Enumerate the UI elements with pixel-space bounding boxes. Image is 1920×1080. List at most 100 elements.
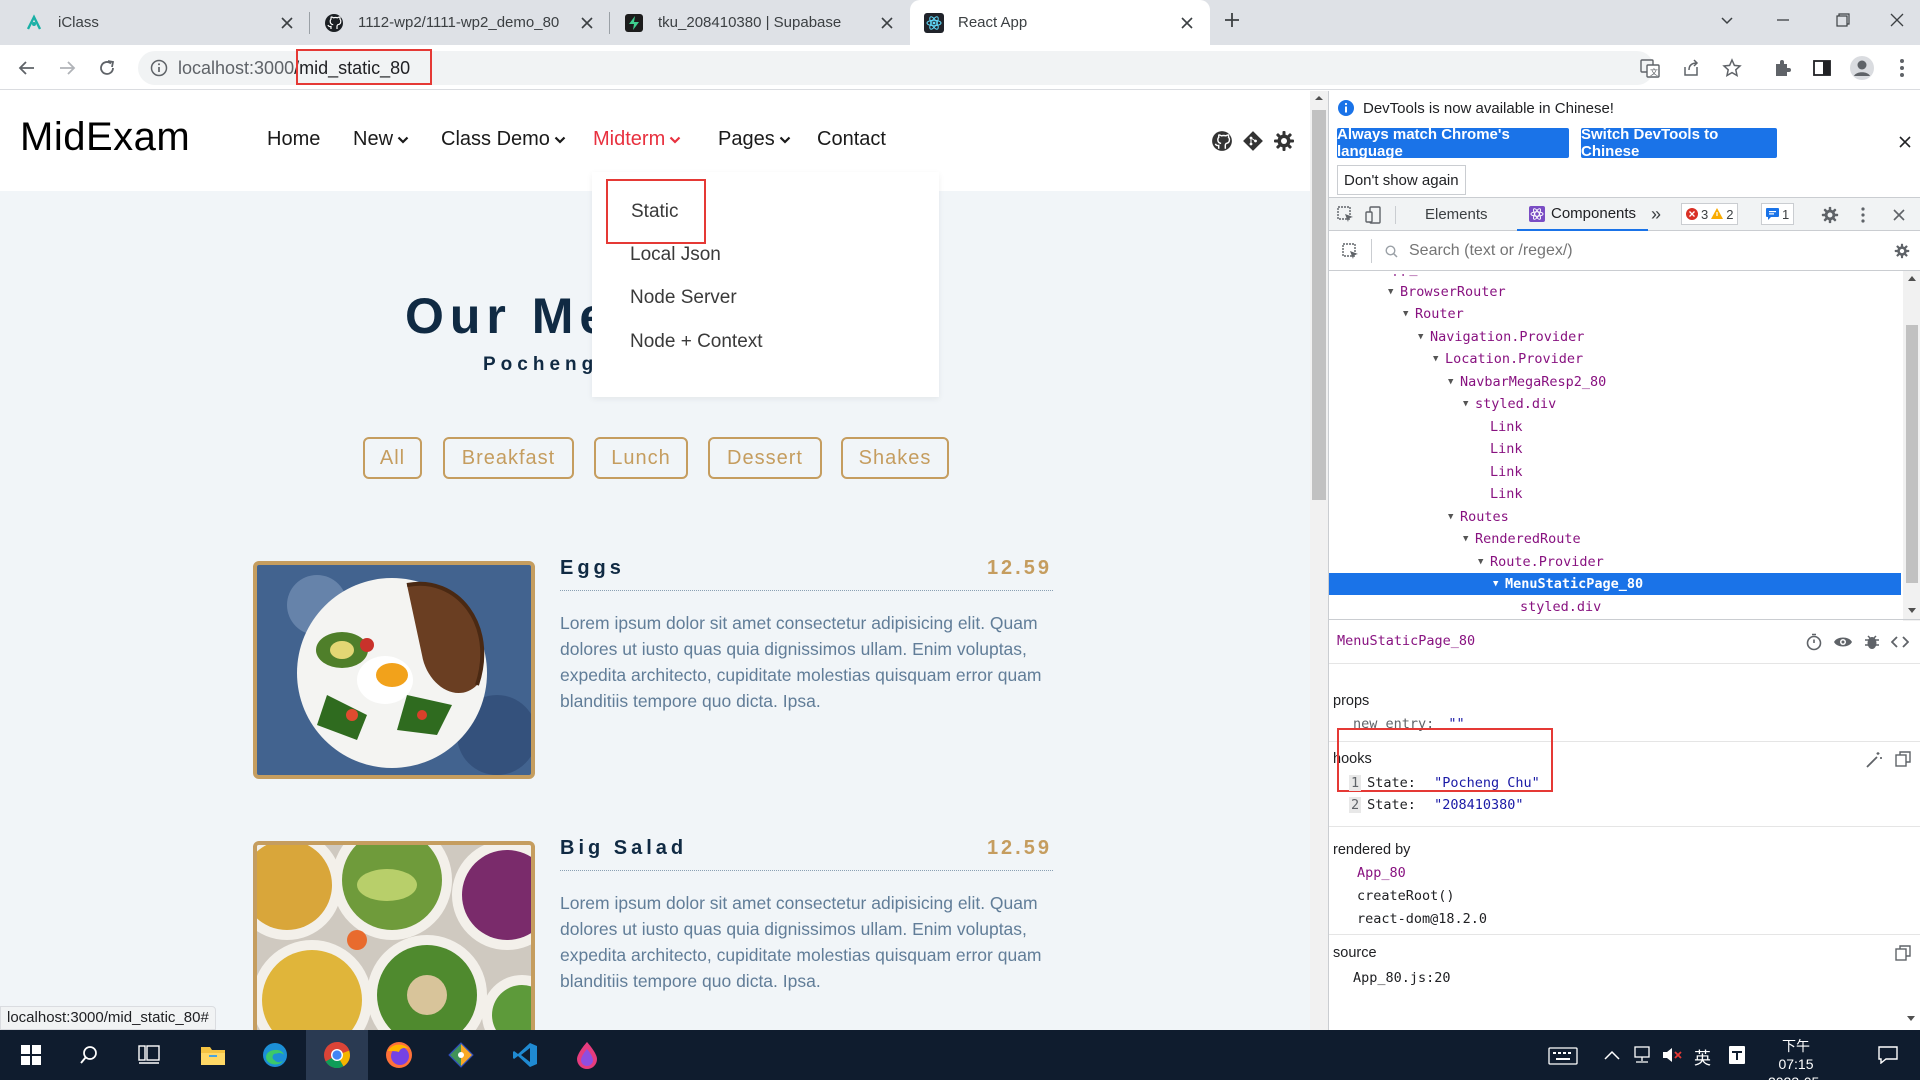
dropdown-item-local-json[interactable]: Local Json <box>630 244 721 266</box>
timer-icon[interactable] <box>1805 633 1823 651</box>
nav-new[interactable]: New <box>353 128 409 151</box>
close-icon[interactable] <box>1893 198 1905 231</box>
expand-arrow-icon[interactable]: ▼ <box>1448 371 1460 393</box>
vscode-icon[interactable] <box>494 1030 556 1080</box>
gear-icon[interactable] <box>1821 198 1839 231</box>
issues-counter[interactable]: 3 2 <box>1681 203 1739 225</box>
info-icon[interactable] <box>150 59 168 77</box>
copy-icon[interactable] <box>1895 751 1911 767</box>
filter-shakes-button[interactable]: Shakes <box>841 437 949 479</box>
tree-node[interactable]: Link <box>1329 416 1901 438</box>
expand-arrow-icon[interactable]: ▼ <box>1418 326 1430 348</box>
tree-node[interactable]: ▼ Navigation.Provider <box>1329 326 1901 348</box>
star-icon[interactable] <box>1718 54 1746 82</box>
dropdown-item-static[interactable]: Static <box>631 201 679 223</box>
tree-node[interactable]: ▼ styled.div <box>1329 393 1901 415</box>
reload-button[interactable] <box>91 52 123 84</box>
more-tabs-icon[interactable]: » <box>1651 198 1661 231</box>
expand-arrow-icon[interactable]: ▼ <box>1463 528 1475 550</box>
dont-show-again-button[interactable]: Don't show again <box>1337 165 1466 195</box>
tree-node[interactable]: Link <box>1329 483 1901 505</box>
git-icon[interactable] <box>1241 129 1265 153</box>
tree-node[interactable]: ▼ Router <box>1329 303 1901 325</box>
gear-icon[interactable] <box>1894 243 1910 259</box>
side-panel-icon[interactable] <box>1808 54 1836 82</box>
dropdown-item-node-server[interactable]: Node Server <box>630 287 737 309</box>
file-explorer-icon[interactable] <box>182 1030 244 1080</box>
magic-wand-icon[interactable] <box>1865 751 1883 769</box>
tree-node[interactable]: ▼ RenderedRoute <box>1329 528 1901 550</box>
browser-tab-github[interactable]: 1112-wp2/1111-wp2_demo_80 <box>310 0 610 45</box>
github-icon[interactable] <box>1210 129 1234 153</box>
tree-node[interactable]: ▼ BrowserRouter <box>1329 281 1901 303</box>
filter-lunch-button[interactable]: Lunch <box>594 437 688 479</box>
browser-tab-supabase[interactable]: tku_208410380 | Supabase <box>610 0 910 45</box>
close-window-button[interactable] <box>1870 0 1920 40</box>
tree-node[interactable]: ▼ MenuStaticPage_80 <box>1329 573 1901 595</box>
task-view-icon[interactable] <box>118 1030 180 1080</box>
close-icon[interactable] <box>578 14 596 32</box>
extensions-icon[interactable] <box>1768 54 1796 82</box>
hook-row[interactable]: 2 State: "208410380" <box>1349 797 1523 813</box>
restore-button[interactable] <box>1816 0 1870 40</box>
edge-icon[interactable] <box>244 1030 306 1080</box>
expand-arrow-icon[interactable]: ▼ <box>1448 506 1460 528</box>
bug-icon[interactable] <box>1863 633 1881 651</box>
messages-counter[interactable]: 1 <box>1761 203 1795 225</box>
select-element-icon[interactable] <box>1342 243 1360 261</box>
rendered-by-link[interactable]: App_80 <box>1357 865 1406 881</box>
ime-indicator[interactable]: 英 <box>1694 1044 1711 1069</box>
nav-home[interactable]: Home <box>267 128 320 151</box>
share-icon[interactable] <box>1677 54 1705 82</box>
droplet-app-icon[interactable] <box>556 1030 618 1080</box>
windows-start-icon[interactable] <box>0 1030 62 1080</box>
minimize-button[interactable] <box>1756 0 1810 40</box>
nav-midterm[interactable]: Midterm <box>593 128 681 151</box>
ime-pad-icon[interactable] <box>1728 1045 1746 1065</box>
translate-icon[interactable]: 文 <box>1636 54 1664 82</box>
gear-icon[interactable] <box>1272 129 1296 153</box>
keyboard-icon[interactable] <box>1548 1047 1578 1065</box>
expand-arrow-icon[interactable]: ▼ <box>1433 348 1445 370</box>
scroll-down-icon[interactable] <box>1906 1015 1916 1023</box>
chrome-icon[interactable] <box>306 1030 368 1080</box>
dropdown-item-node-context[interactable]: Node + Context <box>630 331 763 353</box>
source-location[interactable]: App_80.js:20 <box>1353 970 1451 986</box>
expand-arrow-icon[interactable]: ▼ <box>1463 393 1475 415</box>
copy-icon[interactable] <box>1895 945 1911 961</box>
tab-components[interactable]: Components <box>1517 198 1649 231</box>
filter-dessert-button[interactable]: Dessert <box>708 437 822 479</box>
nav-class-demo[interactable]: Class Demo <box>441 128 566 151</box>
expand-arrow-icon[interactable]: ▼ <box>1403 303 1415 325</box>
nav-pages[interactable]: Pages <box>718 128 791 151</box>
brand-logo[interactable]: MidExam <box>20 115 190 160</box>
tab-search-button[interactable] <box>1700 0 1754 40</box>
back-button[interactable] <box>11 52 43 84</box>
forward-button[interactable] <box>51 52 83 84</box>
tree-scrollbar-thumb[interactable] <box>1906 325 1918 583</box>
tree-node[interactable]: Link <box>1329 461 1901 483</box>
inspect-element-icon[interactable] <box>1337 198 1355 231</box>
expand-arrow-icon[interactable]: ▼ <box>1478 551 1490 573</box>
tree-node[interactable]: ▼ Routes <box>1329 506 1901 528</box>
component-search-input[interactable] <box>1409 239 1829 263</box>
device-toolbar-icon[interactable] <box>1365 198 1383 231</box>
network-icon[interactable] <box>1632 1046 1652 1064</box>
expand-arrow-icon[interactable]: ▼ <box>1493 573 1505 595</box>
close-icon[interactable] <box>278 14 296 32</box>
filter-all-button[interactable]: All <box>363 437 422 479</box>
filter-breakfast-button[interactable]: Breakfast <box>443 437 574 479</box>
kebab-menu-icon[interactable] <box>1888 54 1916 82</box>
tree-scrollbar[interactable] <box>1903 271 1920 621</box>
close-icon[interactable] <box>878 14 896 32</box>
expand-arrow-icon[interactable]: ▼ <box>1388 281 1400 303</box>
volume-muted-icon[interactable] <box>1662 1046 1682 1064</box>
sourcetree-icon[interactable] <box>430 1030 492 1080</box>
close-icon[interactable] <box>1899 136 1911 148</box>
close-icon[interactable] <box>1178 14 1196 32</box>
view-source-icon[interactable] <box>1891 633 1909 651</box>
browser-tab-react-app[interactable]: React App <box>910 0 1210 45</box>
page-scrollbar-thumb[interactable] <box>1312 110 1326 500</box>
tab-elements[interactable]: Elements <box>1413 198 1500 231</box>
hook-row[interactable]: 1 State: "Pocheng Chu" <box>1349 775 1540 791</box>
